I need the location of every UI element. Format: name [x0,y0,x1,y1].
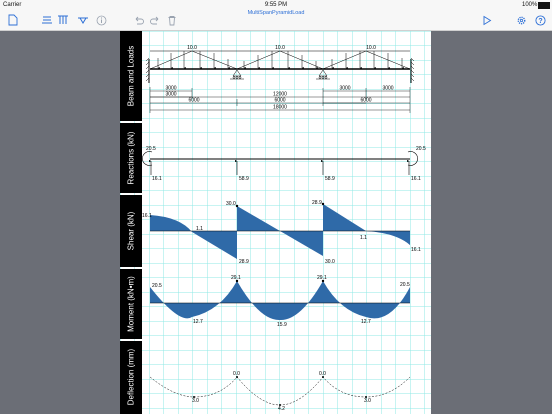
fixed-support-left [145,57,150,83]
dim-label-5: 6000 [274,98,285,104]
fixed-support-right [410,57,415,83]
results-sheet: Beam and Loads Reactions (kN) Shear (kN)… [120,31,431,414]
moment-b1: 29.1 [231,275,241,281]
clock-label: 9:55 PM [264,2,288,8]
shear-span1: 1.1 [196,226,203,232]
battery-icon [538,2,550,9]
dim-label-7: 3000 [382,86,393,92]
trash-icon[interactable] [165,13,179,27]
support-icon[interactable] [76,13,90,27]
reaction-arrows [148,159,410,175]
deflection-span3: 3.0 [364,398,371,404]
reaction-moment-right: 20.5 [416,146,426,152]
moment-left: 20.5 [152,283,162,289]
shear-diagram: 16.1 1.1 30.0 28.9 28.9 30.0 1.1 16.1 [142,200,421,265]
shear-b2-bot: 30.0 [325,259,335,265]
load-peak-2: 10.0 [275,45,285,51]
battery-label: 100% [522,2,538,8]
pyramid-load-outline [149,50,411,70]
roller-support-2 [316,69,330,80]
status-bar: Carrier 9:55 PM 100% [0,0,552,10]
new-document-icon[interactable] [6,13,20,27]
moment-area-span1 [150,281,237,319]
dim-label-8: 6000 [360,98,371,104]
reaction-3: 58.9 [325,176,335,182]
moment-span1: 12.7 [193,319,203,325]
columns-icon[interactable] [56,13,70,27]
moment-span2: 15.9 [277,322,287,328]
moment-arrow-right [407,151,418,166]
reaction-4: 16.1 [411,176,421,182]
moment-right: 20.5 [400,282,410,288]
dim-label-2: 3000 [165,92,176,98]
shear-b1-top: 30.0 [226,201,236,207]
reactions-diagram: 20.5 20.5 16.1 58.9 58.9 16.1 [142,146,426,182]
settings-icon[interactable] [514,13,528,27]
help-icon[interactable]: ? [533,13,547,27]
reaction-moment-left: 20.5 [146,146,156,152]
reaction-2: 58.9 [239,176,249,182]
shear-span3: 1.1 [360,235,367,241]
dim-label-total: 18000 [273,105,287,111]
deflection-span2: 4.2 [278,406,285,412]
info-icon[interactable] [94,13,108,27]
dim-label-3: 6000 [188,98,199,104]
play-icon[interactable] [480,13,494,27]
moment-arrow-left [142,151,153,166]
dim-label-6: 3000 [339,86,350,92]
moment-b2: 29.1 [317,275,327,281]
deflection-curve [149,376,411,406]
deflection-diagram: 3.0 0.0 4.2 0.0 3.0 [149,371,411,412]
svg-text:?: ? [538,18,542,25]
structural-diagrams: 10.0 10.0 10.0 3000 3000 6000 12000 6000… [142,45,426,412]
load-peak-1: 10.0 [187,45,197,51]
roller-support-1 [230,69,244,80]
shear-right: 16.1 [411,247,421,253]
beam-icon[interactable] [40,13,54,27]
load-peak-3: 10.0 [366,45,376,51]
undo-icon[interactable] [131,13,145,27]
beam-diagram: 10.0 10.0 10.0 3000 3000 6000 12000 6000… [145,45,415,113]
moment-area-span3 [323,281,410,319]
moment-diagram: 20.5 12.7 29.1 15.9 29.1 12.7 20.5 [150,275,410,328]
moment-span3: 12.7 [361,319,371,325]
moment-area-span2 [237,281,323,321]
shear-left: 16.1 [142,213,152,219]
deflection-b2: 0.0 [319,371,326,377]
deflection-b1: 0.0 [233,371,240,377]
shear-b1-bot: 28.9 [239,259,249,265]
shear-b2-top: 28.9 [312,200,322,206]
toolbar: MultiSpanPyramidLoad ? [0,10,552,31]
shear-area-span1b [192,231,237,259]
reaction-1: 16.1 [152,176,162,182]
deflection-span1: 3.0 [192,398,199,404]
redo-icon[interactable] [148,13,162,27]
load-arrows [157,51,404,69]
